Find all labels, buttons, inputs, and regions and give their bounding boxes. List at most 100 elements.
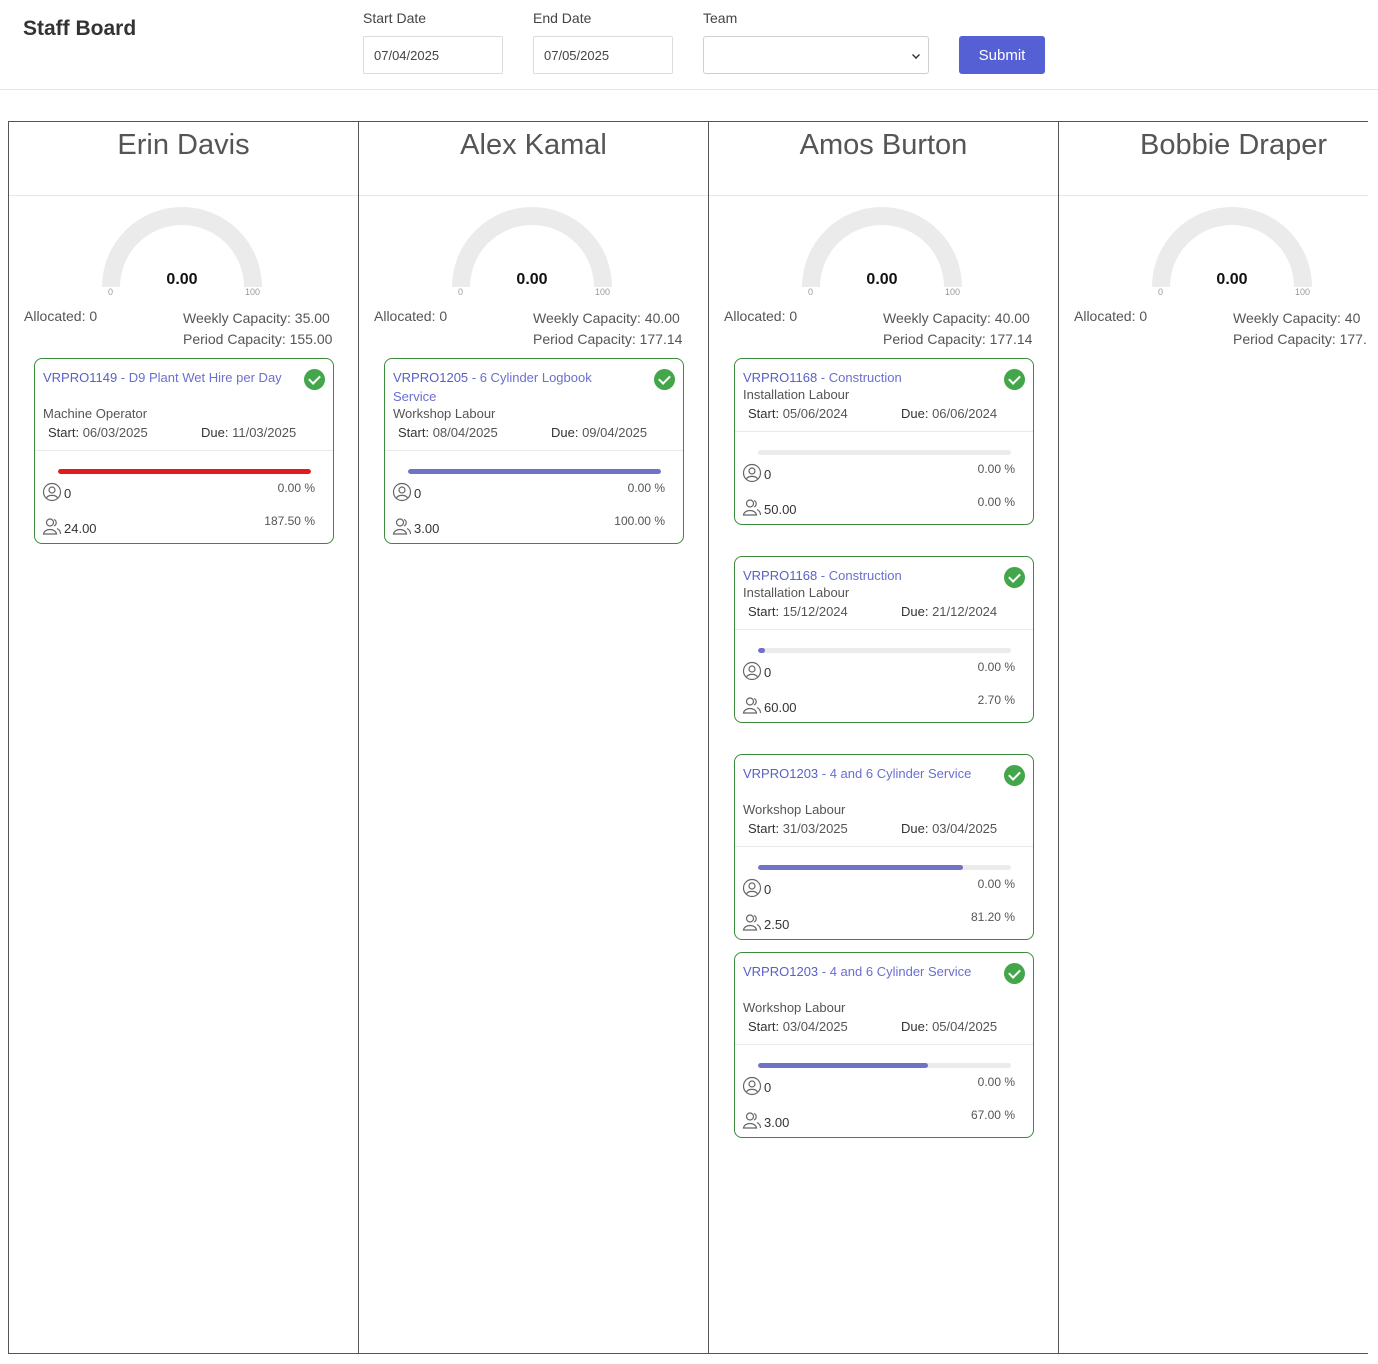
staff-column: Erin Davis 0.00 0 100 Allocated: 0 Weekly Cap… (8, 121, 358, 1354)
staff-column: Amos Burton 0.00 0 100 Allocated: 0 Weekly Ca… (708, 121, 1058, 1354)
job-title[interactable]: VRPRO1149 - D9 Plant Wet Hire per Day (43, 368, 283, 387)
allocated-percent: 0.00 % (977, 660, 1015, 674)
due-date: Due: 05/04/2025 (901, 1019, 997, 1034)
divider (735, 431, 1033, 432)
start-label: Start: (748, 406, 780, 421)
start-value: 08/04/2025 (429, 425, 498, 440)
allocated-percent: 0.00 % (977, 1075, 1015, 1089)
due-label: Due: (901, 821, 929, 836)
staff-column-header: Alex Kamal (359, 122, 708, 196)
gauge-value: 0.00 (1216, 271, 1248, 288)
job-name: - D9 Plant Wet Hire per Day (117, 370, 282, 385)
submit-button[interactable]: Submit (959, 36, 1045, 74)
job-title[interactable]: VRPRO1203 - 4 and 6 Cylinder Service (743, 764, 983, 783)
job-name: - Construction (817, 370, 902, 385)
allocated-percent: 0.00 % (977, 877, 1015, 891)
users-icon (742, 912, 762, 932)
weekly-capacity: Weekly Capacity: 40 (1233, 310, 1361, 326)
job-title[interactable]: VRPRO1203 - 4 and 6 Cylinder Service (743, 962, 983, 981)
job-title[interactable]: VRPRO1168 - Construction (743, 566, 983, 585)
job-title[interactable]: VRPRO1205 - 6 Cylinder Logbook Service (393, 368, 633, 406)
hours-percent: 67.00 % (970, 1108, 1015, 1122)
user-circle-icon (42, 482, 62, 502)
job-card[interactable]: VRPRO1203 - 4 and 6 Cylinder Service Work… (734, 952, 1034, 1138)
hours-percent: 2.70 % (977, 693, 1015, 707)
staff-name: Alex Kamal (460, 129, 607, 161)
users-icon (742, 695, 762, 715)
hours-percent: 0.00 % (977, 495, 1015, 509)
check-circle-icon (304, 369, 325, 390)
job-role: Workshop Labour (743, 1000, 846, 1015)
due-value: 21/12/2024 (928, 604, 998, 619)
allocated-count: Allocated: 0 (24, 308, 98, 324)
gauge-value: 0.00 (166, 271, 198, 288)
user-circle-icon (742, 1076, 762, 1096)
end-date-input[interactable] (533, 36, 673, 74)
gauge-value: 0.00 (516, 271, 548, 288)
progress-bar-fill (758, 865, 964, 870)
job-card[interactable]: VRPRO1205 - 6 Cylinder Logbook Service Wo… (384, 358, 684, 544)
hours-percent: 187.50 % (264, 514, 315, 528)
job-dates: Start: 31/03/2025 Due: 03/04/2025 (748, 821, 1018, 836)
job-card[interactable]: VRPRO1168 - Construction Installation Lab… (734, 556, 1034, 723)
job-name: - 4 and 6 Cylinder Service (818, 964, 972, 979)
start-date-label: Start Date (363, 10, 427, 26)
capacity-info: Weekly Capacity: 35.00 Period Capacity: 1… (183, 308, 332, 350)
job-card[interactable]: VRPRO1203 - 4 and 6 Cylinder Service Work… (734, 754, 1034, 940)
gauge-max-label: 100 (245, 287, 261, 297)
staff-column-header: Bobbie Draper (1059, 122, 1368, 196)
allocated-value: 0 (64, 486, 72, 501)
job-title[interactable]: VRPRO1168 - Construction (743, 368, 983, 387)
progress-bar-fill (58, 469, 311, 474)
progress-bar-fill (758, 648, 765, 653)
start-date-input[interactable] (363, 36, 503, 74)
capacity-gauge: 0.00 0 100 (452, 205, 616, 305)
progress-bar-fill (408, 469, 661, 474)
job-card[interactable]: VRPRO1149 - D9 Plant Wet Hire per Day Mac… (34, 358, 334, 544)
due-label: Due: (901, 604, 929, 619)
users-icon (42, 516, 62, 536)
staff-name: Erin Davis (117, 129, 250, 161)
progress-bar (758, 648, 1011, 653)
job-code: VRPRO1203 (743, 964, 819, 979)
allocated-count: Allocated: 0 (374, 308, 448, 324)
top-bar: Staff Board Start Date End Date Team Sub… (0, 0, 1378, 90)
capacity-gauge: 0.00 0 100 (102, 205, 266, 305)
job-code: VRPRO1205 (393, 370, 469, 385)
period-capacity: Period Capacity: 177.14 (883, 331, 1033, 347)
job-dates: Start: 15/12/2024 Due: 21/12/2024 (748, 604, 1018, 619)
job-name: - 4 and 6 Cylinder Service (818, 766, 972, 781)
users-icon (742, 497, 762, 517)
gauge-min-label: 0 (1158, 287, 1164, 297)
job-dates: Start: 08/04/2025 Due: 09/04/2025 (398, 425, 668, 440)
hours-percent: 100.00 % (614, 514, 665, 528)
check-circle-icon (654, 369, 675, 390)
hours-value: 24.00 (64, 521, 97, 536)
gauge-max-label: 100 (1295, 287, 1311, 297)
start-date: Start: 06/03/2025 (48, 425, 148, 440)
hours-value: 50.00 (764, 502, 797, 517)
gauge-value: 0.00 (866, 271, 898, 288)
weekly-capacity: Weekly Capacity: 35.00 (183, 310, 330, 326)
staff-column-header: Erin Davis (9, 122, 358, 196)
job-role: Machine Operator (43, 406, 148, 421)
start-date: Start: 31/03/2025 (748, 821, 848, 836)
team-select[interactable] (703, 36, 929, 74)
start-value: 15/12/2024 (779, 604, 848, 619)
users-icon (392, 516, 412, 536)
capacity-info: Weekly Capacity: 40 Period Capacity: 177. (1233, 308, 1367, 350)
due-value: 03/04/2025 (928, 821, 998, 836)
due-label: Due: (201, 425, 229, 440)
gauge-max-label: 100 (595, 287, 611, 297)
job-card[interactable]: VRPRO1168 - Construction Installation Lab… (734, 358, 1034, 525)
start-value: 05/06/2024 (779, 406, 848, 421)
start-value: 31/03/2025 (779, 821, 848, 836)
period-capacity: Period Capacity: 155.00 (183, 331, 333, 347)
divider (35, 450, 333, 451)
due-date: Due: 03/04/2025 (901, 821, 997, 836)
check-circle-icon (1004, 963, 1025, 984)
job-code: VRPRO1203 (743, 766, 819, 781)
start-value: 03/04/2025 (779, 1019, 848, 1034)
user-circle-icon (742, 661, 762, 681)
hours-value: 3.00 (764, 1115, 790, 1130)
